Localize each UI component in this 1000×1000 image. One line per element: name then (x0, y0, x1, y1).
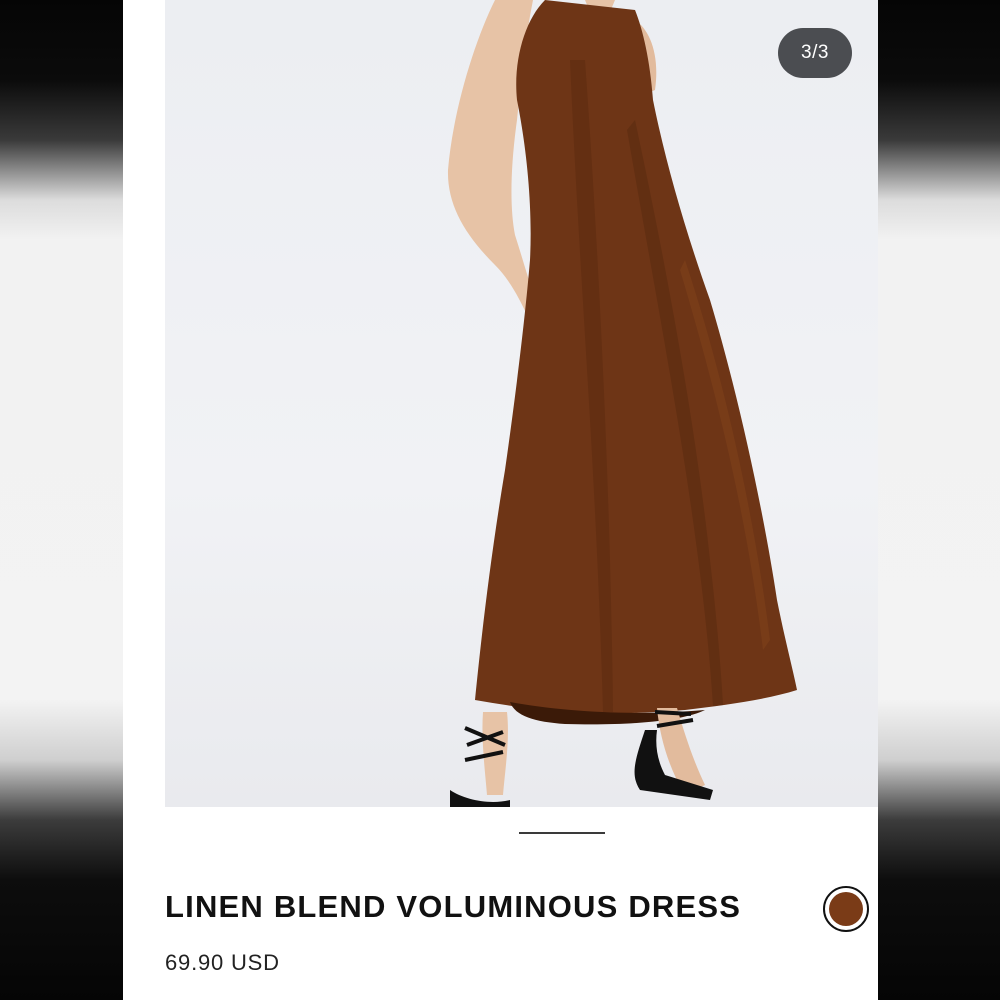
product-photo[interactable]: 3/3 (165, 0, 878, 807)
dress-body (475, 0, 797, 714)
image-counter-badge: 3/3 (778, 28, 852, 78)
product-card: 3/3 LINEN BLEND VOLUMINOUS DRESS 69.90 U… (123, 0, 878, 1000)
color-swatch-button[interactable] (823, 886, 869, 932)
product-title: LINEN BLEND VOLUMINOUS DRESS (165, 889, 742, 924)
color-swatch-fill (829, 892, 863, 926)
dress-illustration (447, 0, 797, 807)
product-price: 69.90 USD (165, 950, 280, 975)
screenshot-frame: 3/3 LINEN BLEND VOLUMINOUS DRESS 69.90 U… (0, 0, 1000, 1000)
carousel-page-indicator[interactable] (519, 832, 605, 834)
blurred-backdrop-left (0, 0, 123, 1000)
blurred-backdrop-right (878, 0, 1000, 1000)
